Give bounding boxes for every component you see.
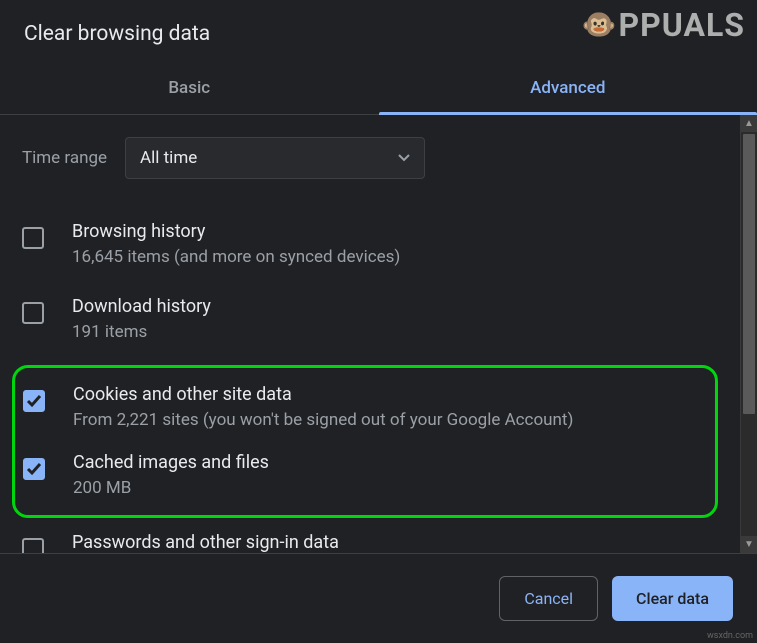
item-text: Cached images and files 200 MB	[73, 452, 269, 501]
item-title: Cached images and files	[73, 452, 269, 473]
item-title: Download history	[72, 296, 211, 317]
checkbox-browsing-history[interactable]	[22, 227, 44, 249]
attribution-text: wsxdn.com	[707, 631, 753, 641]
chevron-down-icon	[398, 154, 410, 162]
item-text: Browsing history 16,645 items (and more …	[72, 221, 400, 270]
check-icon	[26, 461, 42, 477]
item-passwords[interactable]: Passwords and other sign-in data	[22, 524, 718, 553]
tab-bar: Basic Advanced	[0, 64, 757, 115]
clear-data-button[interactable]: Clear data	[612, 576, 733, 621]
scrollbar[interactable]: ▲ ▼	[740, 115, 757, 553]
tab-advanced[interactable]: Advanced	[379, 64, 757, 114]
scrollbar-down-icon[interactable]: ▼	[741, 536, 757, 553]
appuals-mascot-icon: 🐵	[582, 11, 617, 39]
checkbox-cached[interactable]	[23, 458, 45, 480]
scrollbar-up-icon[interactable]: ▲	[741, 115, 757, 132]
checkbox-download-history[interactable]	[22, 302, 44, 324]
time-range-label: Time range	[22, 148, 107, 168]
checkbox-cookies[interactable]	[23, 390, 45, 412]
item-cookies[interactable]: Cookies and other site data From 2,221 s…	[23, 376, 701, 445]
annotation-highlight-box: Cookies and other site data From 2,221 s…	[12, 365, 718, 519]
scrollbar-thumb[interactable]	[743, 134, 755, 414]
time-range-value: All time	[140, 148, 197, 168]
clear-browsing-data-dialog: 🐵 PPUALS Clear browsing data Basic Advan…	[0, 0, 757, 643]
dialog-footer: Cancel Clear data	[0, 553, 757, 643]
item-title: Browsing history	[72, 221, 400, 242]
tab-basic[interactable]: Basic	[0, 64, 379, 114]
item-cached[interactable]: Cached images and files 200 MB	[23, 444, 701, 513]
item-title: Cookies and other site data	[73, 384, 573, 405]
cancel-button[interactable]: Cancel	[499, 576, 598, 621]
content-wrap: Time range All time Browsing history 16,…	[0, 115, 757, 553]
item-subtitle: 191 items	[72, 321, 211, 345]
item-text: Passwords and other sign-in data	[72, 532, 339, 553]
item-subtitle: 200 MB	[73, 477, 269, 501]
item-title: Passwords and other sign-in data	[72, 532, 339, 553]
item-text: Download history 191 items	[72, 296, 211, 345]
item-text: Cookies and other site data From 2,221 s…	[73, 384, 573, 433]
checkbox-list: Browsing history 16,645 items (and more …	[22, 213, 718, 553]
item-browsing-history[interactable]: Browsing history 16,645 items (and more …	[22, 213, 718, 288]
watermark-text: PPUALS	[618, 6, 745, 44]
item-subtitle: 16,645 items (and more on synced devices…	[72, 246, 400, 270]
check-icon	[26, 393, 42, 409]
checkbox-passwords[interactable]	[22, 538, 44, 553]
content-area: Time range All time Browsing history 16,…	[0, 115, 740, 553]
item-download-history[interactable]: Download history 191 items	[22, 288, 718, 363]
time-range-row: Time range All time	[22, 137, 718, 179]
time-range-dropdown[interactable]: All time	[125, 137, 425, 179]
item-subtitle: From 2,221 sites (you won't be signed ou…	[73, 409, 573, 433]
watermark-logo: 🐵 PPUALS	[582, 6, 745, 44]
